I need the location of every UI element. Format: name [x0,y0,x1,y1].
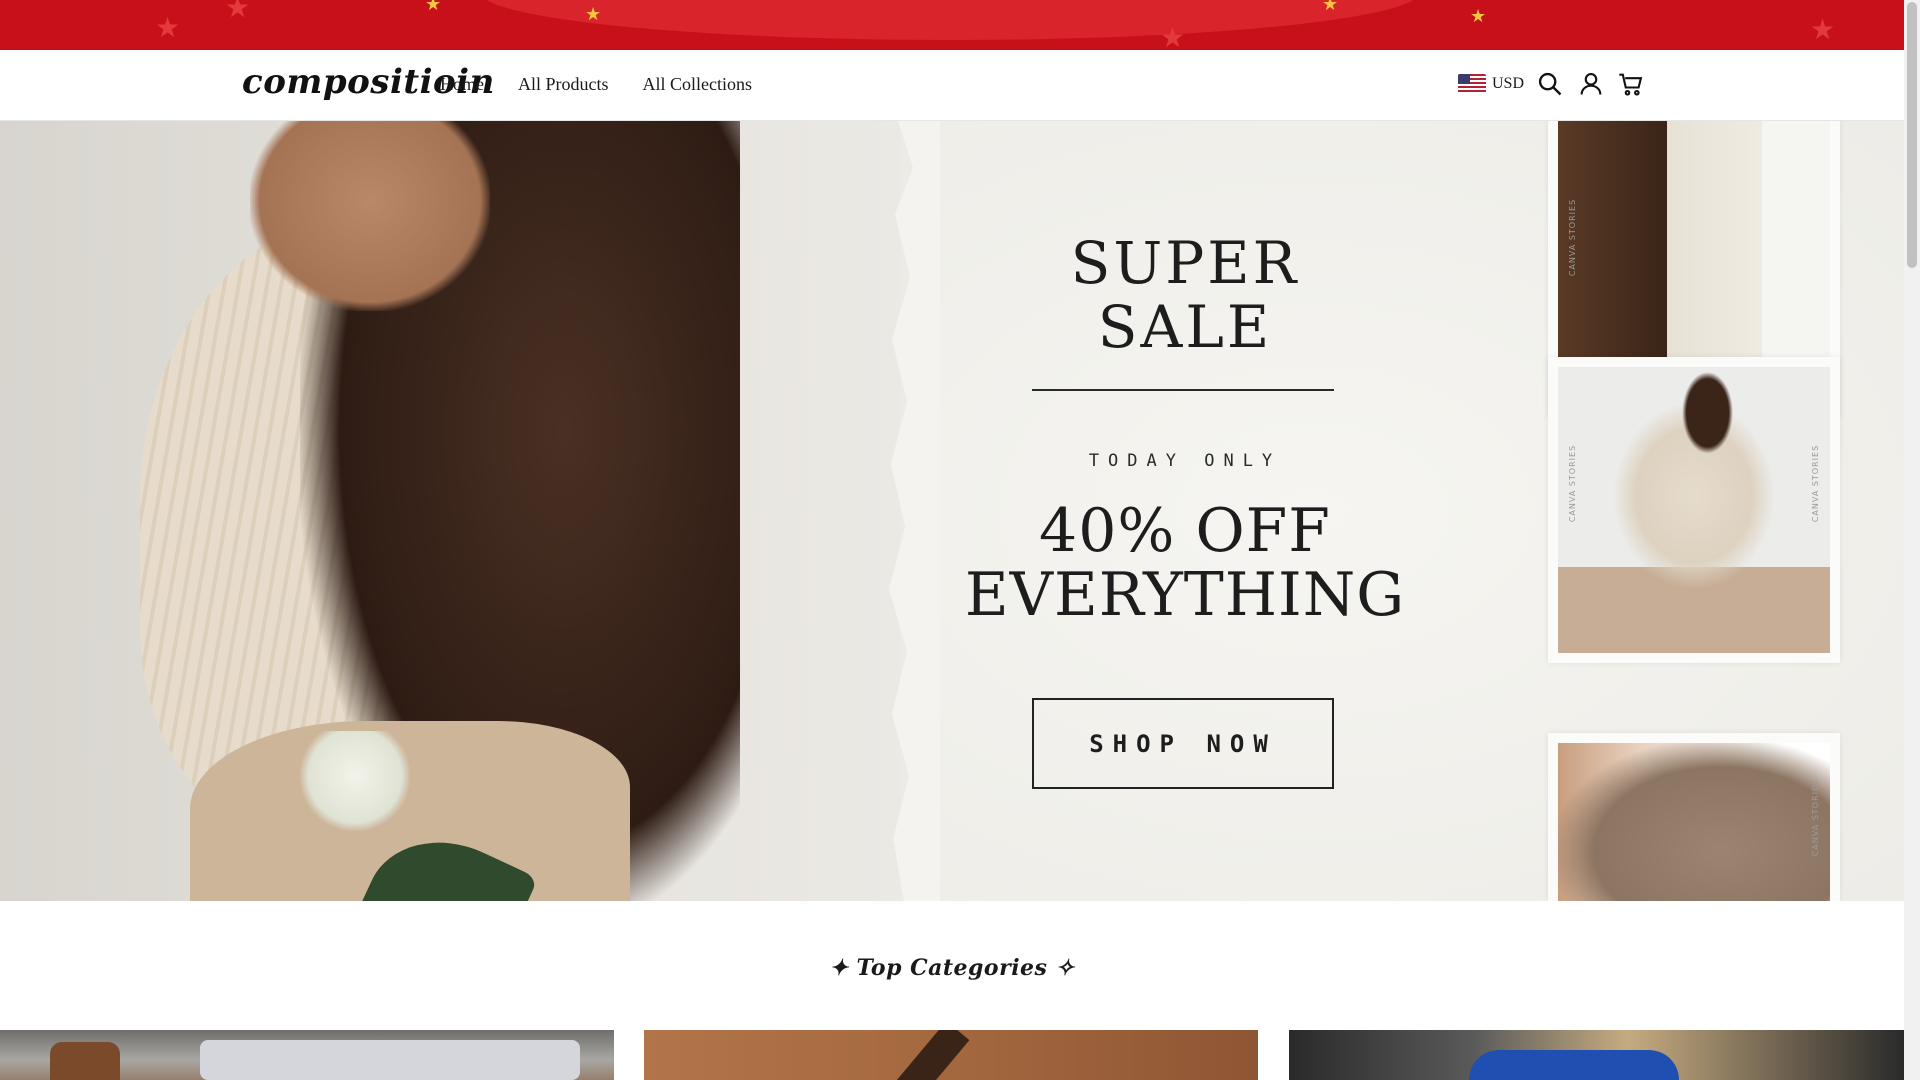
star-decoration: ★ [225,0,251,24]
film-edge-text: CANVA STORIES [1568,199,1578,277]
film-edge-text: CANVA STORIES [1810,445,1820,523]
film-edge-text: CANVA STORIES [1568,445,1578,523]
shop-now-button[interactable]: SHOP NOW [1032,698,1334,789]
star-decoration: ★ [1470,6,1487,27]
star-decoration: ★ [1160,21,1186,51]
star-decoration: ★ [425,0,442,15]
star-decoration: ★ [585,4,602,25]
sale-subtitle: TODAY ONLY [1088,451,1282,471]
sale-title: SUPER SALE [1070,229,1300,361]
main-nav: Home All Products All Collections [440,74,752,95]
hero-banner: SUPER SALE TODAY ONLY 40% OFF EVERYTHING… [0,121,1904,901]
us-flag-icon [1458,74,1486,94]
nav-home-link[interactable]: Home [440,74,484,95]
star-decoration: ★ [1810,13,1836,46]
polaroid-photo-model: CANVA STORIES CANVA STORIES [1548,357,1840,663]
cart-icon[interactable] [1617,70,1645,98]
star-decoration: ★ [1322,0,1339,15]
category-card-apparel[interactable] [1289,1030,1904,1080]
currency-selector[interactable]: USD [1458,74,1524,94]
currency-label: USD [1492,75,1525,92]
scrollbar-thumb[interactable] [1907,2,1917,268]
nav-all-collections-link[interactable]: All Collections [643,74,753,95]
film-edge-text: CANVA STORIES [1810,778,1820,857]
divider-rule [1032,389,1334,391]
search-icon[interactable] [1536,70,1564,98]
polaroid-photo-scarf: CANVA STORIES [1548,733,1840,901]
offer-headline: 40% OFF EVERYTHING [964,496,1406,630]
site-header: compositioin Home All Products All Colle… [0,50,1904,121]
nav-all-products-link[interactable]: All Products [518,74,609,95]
category-card-home[interactable] [644,1030,1258,1080]
star-decoration: ★ [155,11,181,44]
hero-model-image [0,121,900,901]
top-categories-heading: ✦ Top Categories ✧ [829,955,1075,981]
announcement-bar: ★ ★ ★ ★ ★ ★ ★ ★ [0,0,1904,50]
account-icon[interactable] [1577,70,1605,98]
page-scrollbar[interactable] [1904,0,1920,1080]
category-card-car-accessories[interactable] [0,1030,614,1080]
promo-wave-decoration [480,0,1420,40]
